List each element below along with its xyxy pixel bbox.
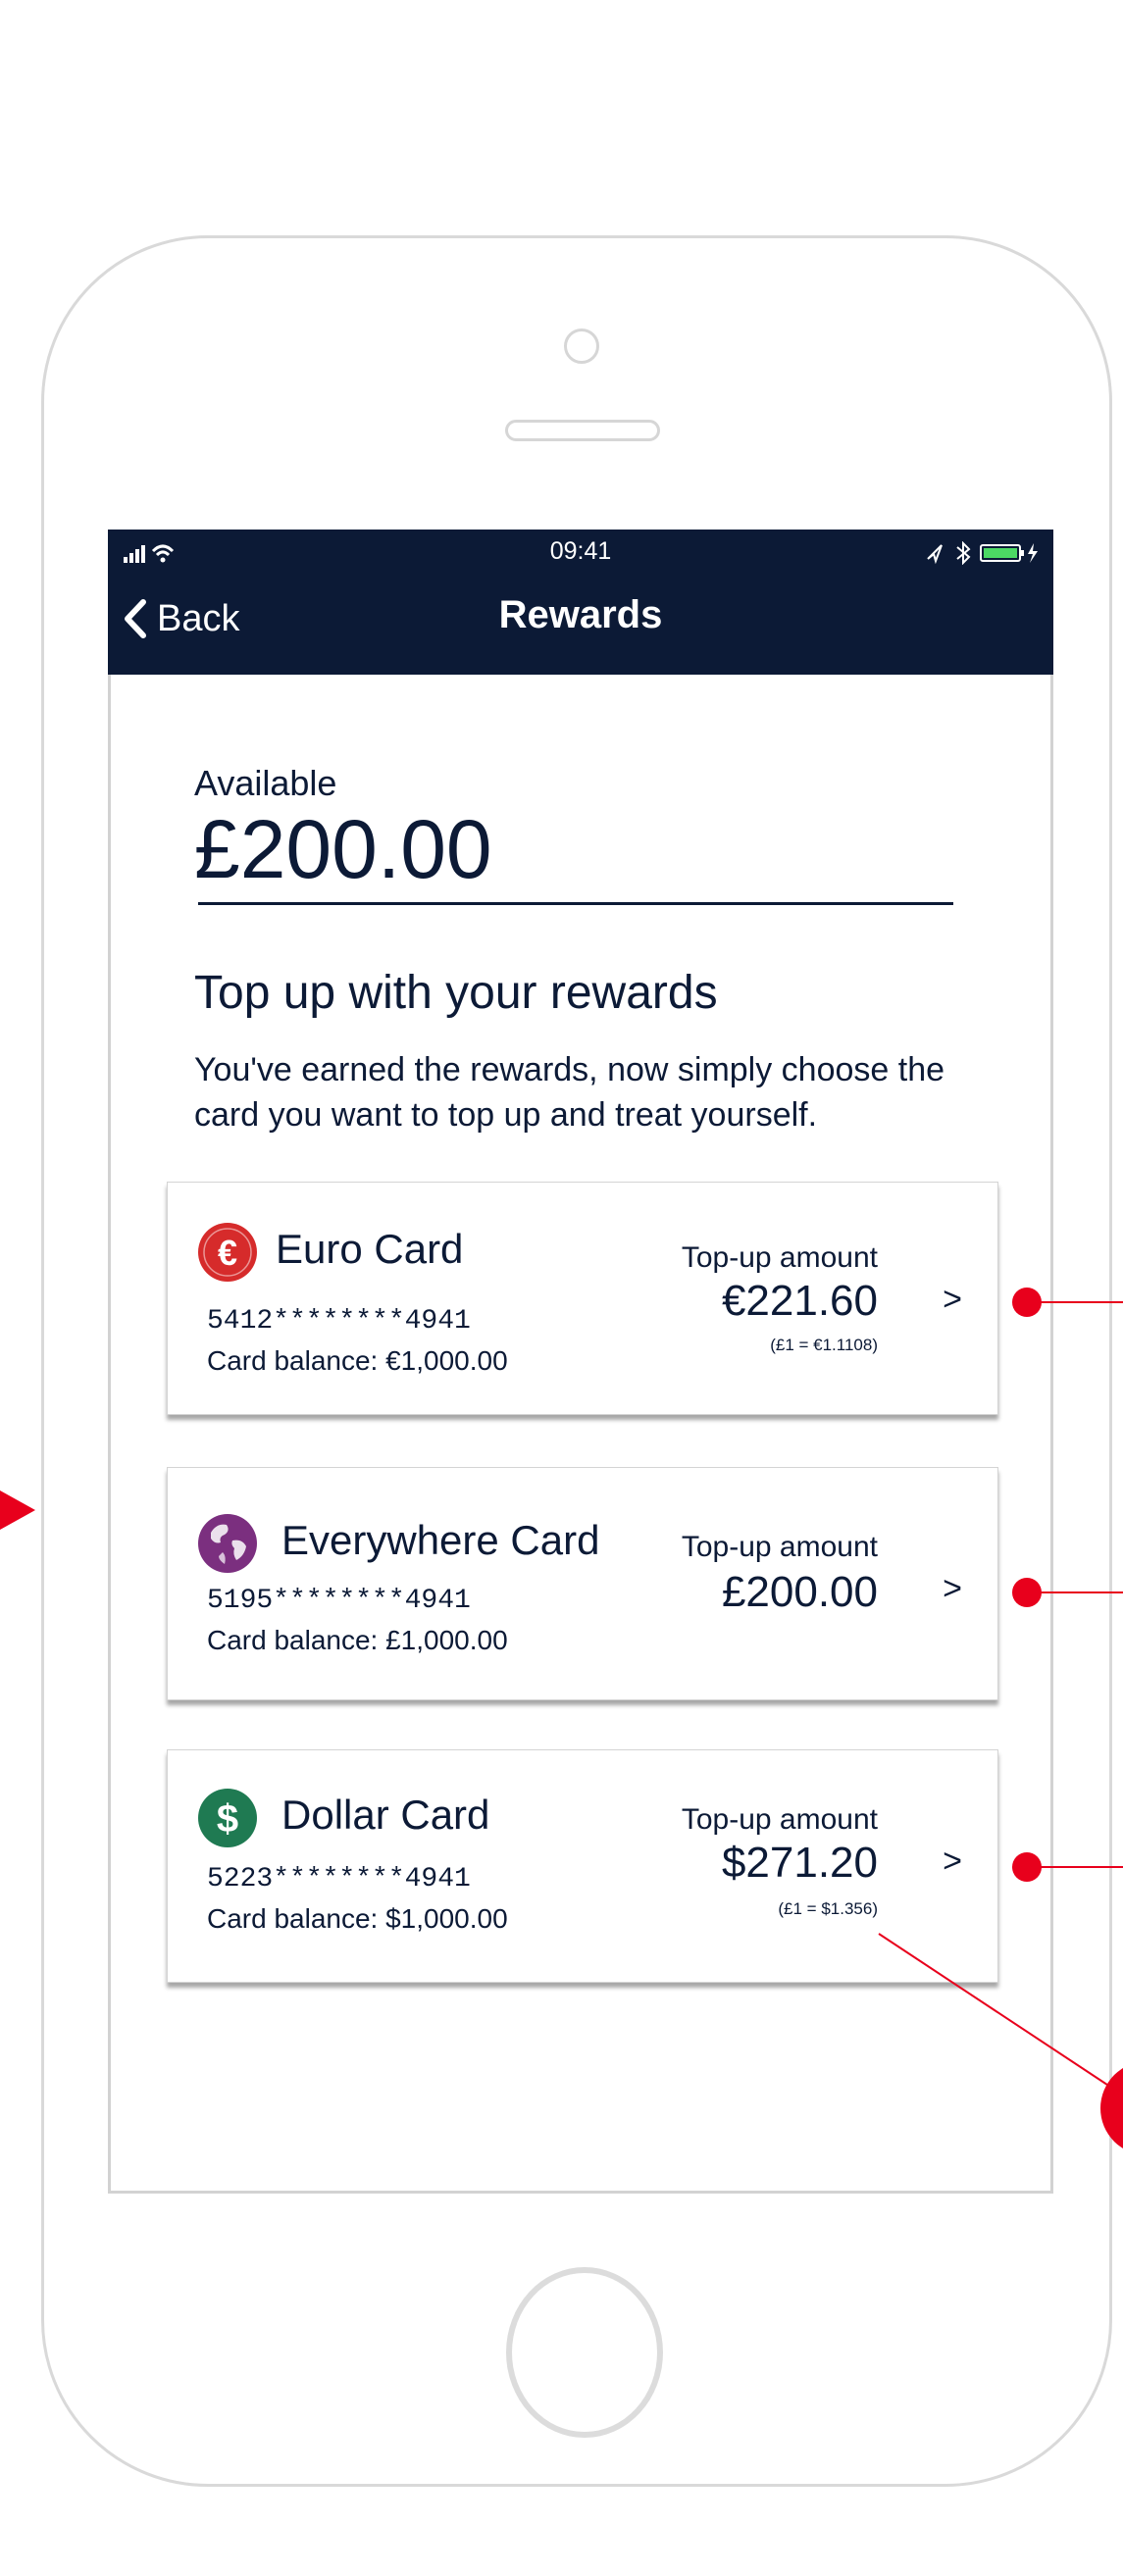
card-name: Euro Card bbox=[276, 1226, 464, 1272]
divider bbox=[198, 902, 953, 905]
card-balance: Card balance: €1,000.00 bbox=[207, 1345, 508, 1376]
card-balance: Card balance: $1,000.00 bbox=[207, 1903, 508, 1934]
svg-text:€: € bbox=[218, 1233, 237, 1273]
card-name: Dollar Card bbox=[281, 1792, 490, 1838]
topup-amount: $271.20 bbox=[721, 1839, 878, 1887]
card-name: Everywhere Card bbox=[281, 1517, 600, 1563]
card-number: 5195********4941 bbox=[207, 1586, 471, 1616]
card-number: 5412********4941 bbox=[207, 1306, 471, 1337]
chevron-right-icon: > bbox=[943, 1843, 962, 1880]
topup-label: Top-up amount bbox=[681, 1531, 878, 1563]
available-label: Available bbox=[194, 763, 337, 803]
topup-label: Top-up amount bbox=[681, 1241, 878, 1274]
card-everywhere[interactable]: Everywhere Card 5195********4941 Card ba… bbox=[167, 1467, 998, 1700]
chevron-right-icon: > bbox=[943, 1570, 962, 1607]
fx-rate: (£1 = €1.1108) bbox=[770, 1336, 878, 1354]
home-button[interactable] bbox=[506, 2267, 663, 2438]
card-euro[interactable]: € Euro Card 5412********4941 Card balanc… bbox=[167, 1182, 998, 1415]
earpiece-speaker bbox=[505, 420, 660, 441]
status-time: 09:41 bbox=[549, 537, 612, 565]
globe-icon bbox=[198, 1514, 257, 1573]
chevron-right-icon: > bbox=[943, 1281, 962, 1318]
card-dollar[interactable]: $ Dollar Card 5223********4941 Card bala… bbox=[167, 1749, 998, 1983]
dollar-icon: $ bbox=[198, 1789, 257, 1847]
section-description: You've earned the rewards, now simply ch… bbox=[194, 1051, 945, 1134]
page-title: Rewards bbox=[498, 593, 663, 636]
battery-icon bbox=[927, 541, 1038, 565]
section-title: Top up with your rewards bbox=[194, 967, 718, 1019]
available-amount: £200.00 bbox=[194, 803, 492, 895]
euro-icon: € bbox=[198, 1223, 257, 1282]
card-number: 5223********4941 bbox=[207, 1864, 471, 1894]
navigation-bar: 09:41 Back Rewards bbox=[108, 530, 1053, 675]
annotation-arrow-left bbox=[0, 1490, 35, 1530]
topup-label: Top-up amount bbox=[681, 1803, 878, 1836]
front-camera bbox=[564, 328, 599, 364]
topup-amount: £200.00 bbox=[721, 1568, 878, 1616]
topup-amount: €221.60 bbox=[721, 1277, 878, 1325]
card-balance: Card balance: £1,000.00 bbox=[207, 1625, 508, 1655]
svg-text:$: $ bbox=[217, 1797, 238, 1841]
fx-rate: (£1 = $1.356) bbox=[778, 1899, 878, 1918]
status-bar: 09:41 bbox=[108, 530, 1053, 575]
